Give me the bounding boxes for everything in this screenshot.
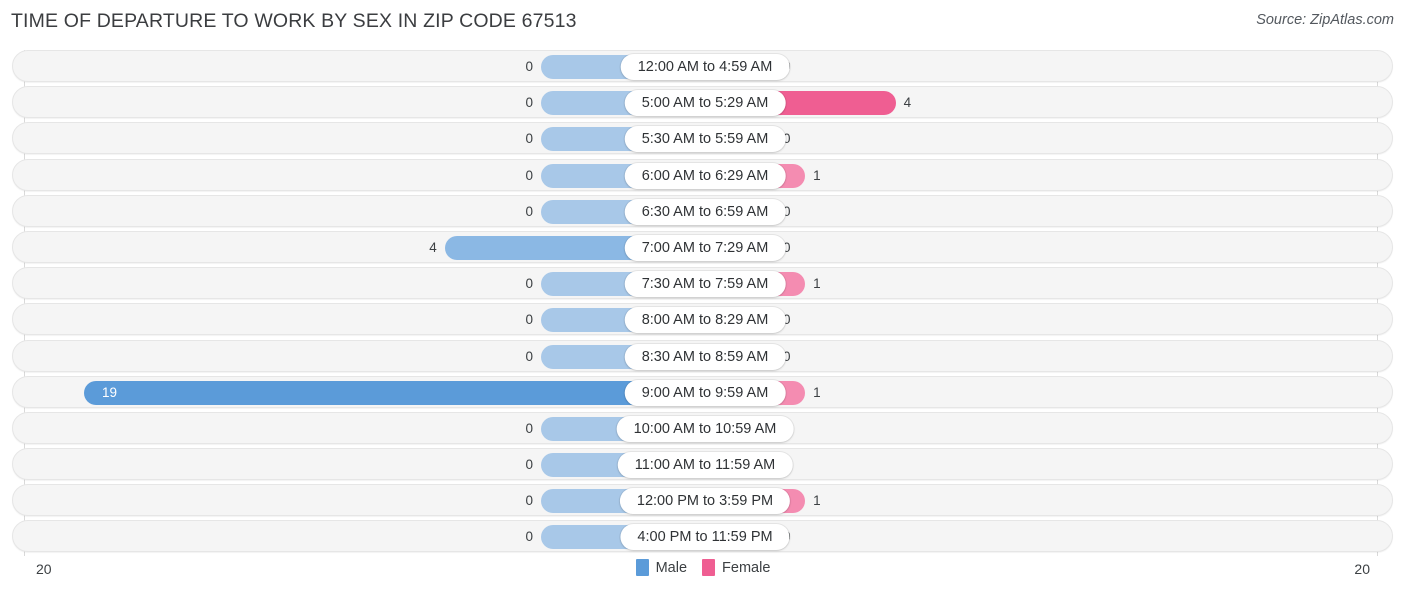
value-label-male: 0 xyxy=(525,95,533,111)
value-label-female: 4 xyxy=(903,95,912,111)
table-row[interactable]: 0 0 6:30 AM to 6:59 AM xyxy=(12,194,1393,227)
bar-male[interactable] xyxy=(84,380,700,405)
category-label: 12:00 PM to 3:59 PM xyxy=(619,488,791,515)
value-label-male: 0 xyxy=(525,312,533,328)
value-label-female: 1 xyxy=(813,276,821,292)
category-label: 7:30 AM to 7:59 AM xyxy=(624,271,786,298)
table-row[interactable]: 0 1 6:00 AM to 6:29 AM xyxy=(12,158,1393,191)
table-row[interactable]: 0012:00 AM to 4:59 AM xyxy=(12,50,1393,82)
value-label-male: 19 xyxy=(102,384,118,400)
value-label-male: 0 xyxy=(525,131,533,147)
page-title: TIME OF DEPARTURE TO WORK BY SEX IN ZIP … xyxy=(11,10,577,32)
legend-item-male[interactable]: Male xyxy=(635,559,688,576)
category-label: 10:00 AM to 10:59 AM xyxy=(616,415,794,442)
chart-header: TIME OF DEPARTURE TO WORK BY SEX IN ZIP … xyxy=(0,0,1406,42)
source-attribution: Source: ZipAtlas.com xyxy=(1256,12,1394,28)
legend-swatch-male-icon xyxy=(635,559,649,576)
category-label: 5:30 AM to 5:59 AM xyxy=(624,126,786,153)
table-row[interactable]: 0 0 5:30 AM to 5:59 AM xyxy=(12,122,1393,155)
value-label-female: 1 xyxy=(813,167,821,183)
table-row[interactable]: 0010:00 AM to 10:59 AM xyxy=(12,411,1393,444)
value-label-female: 1 xyxy=(813,493,821,509)
category-label: 8:30 AM to 8:59 AM xyxy=(624,343,786,370)
table-row[interactable]: 19 1 9:00 AM to 9:59 AM xyxy=(12,375,1393,408)
table-row[interactable]: 0 4 5:00 AM to 5:29 AM xyxy=(12,86,1393,119)
category-label: 8:00 AM to 8:29 AM xyxy=(624,307,786,334)
value-label-male: 0 xyxy=(525,420,533,436)
value-label-male: 0 xyxy=(525,457,533,473)
chart-plot-area: 0 0 12:00 AM to 4:59 AM 0 4 5:00 AM to 5:29 A… xyxy=(0,50,1406,557)
legend-label-male: Male xyxy=(655,559,688,576)
table-row[interactable]: 004:00 PM to 11:59 PM xyxy=(12,520,1393,553)
chart-rows: 0 0 12:00 AM to 4:59 AM 0 4 5:00 AM to 5:29 A… xyxy=(0,50,1406,557)
chart-legend: Male Female xyxy=(0,559,1406,576)
category-label: 6:00 AM to 6:29 AM xyxy=(624,162,786,189)
value-label-male: 0 xyxy=(525,203,533,219)
table-row[interactable]: 0 1 12:00 PM to 3:59 PM xyxy=(12,484,1393,517)
category-label: 12:00 AM to 4:59 AM xyxy=(620,54,790,80)
table-row[interactable]: 0 0 8:30 AM to 8:59 AM xyxy=(12,339,1393,372)
category-label: 7:00 AM to 7:29 AM xyxy=(624,234,786,261)
value-label-male: 0 xyxy=(525,167,533,183)
table-row[interactable]: 0 1 7:30 AM to 7:59 AM xyxy=(12,267,1393,300)
category-label: 4:00 PM to 11:59 PM xyxy=(620,524,790,551)
chart-footer: 20 20 Male Female xyxy=(0,556,1406,594)
category-label: 9:00 AM to 9:59 AM xyxy=(624,379,786,406)
value-label-male: 0 xyxy=(525,59,533,74)
category-label: 11:00 AM to 11:59 AM xyxy=(617,452,793,479)
value-label-male: 0 xyxy=(525,348,533,364)
category-label: 6:30 AM to 6:59 AM xyxy=(624,198,786,225)
table-row[interactable]: 0011:00 AM to 11:59 AM xyxy=(12,448,1393,481)
value-label-female: 1 xyxy=(813,384,821,400)
value-label-male: 0 xyxy=(525,493,533,509)
value-label-male: 0 xyxy=(525,276,533,292)
legend-label-female: Female xyxy=(722,559,771,576)
legend-swatch-female-icon xyxy=(702,559,716,576)
value-label-male: 0 xyxy=(525,529,533,545)
value-label-male: 4 xyxy=(429,239,437,255)
legend-item-female[interactable]: Female xyxy=(702,559,770,576)
category-label: 5:00 AM to 5:29 AM xyxy=(624,90,786,117)
table-row[interactable]: 0 0 8:00 AM to 8:29 AM xyxy=(12,303,1393,336)
table-row[interactable]: 4 0 7:00 AM to 7:29 AM xyxy=(12,230,1393,263)
